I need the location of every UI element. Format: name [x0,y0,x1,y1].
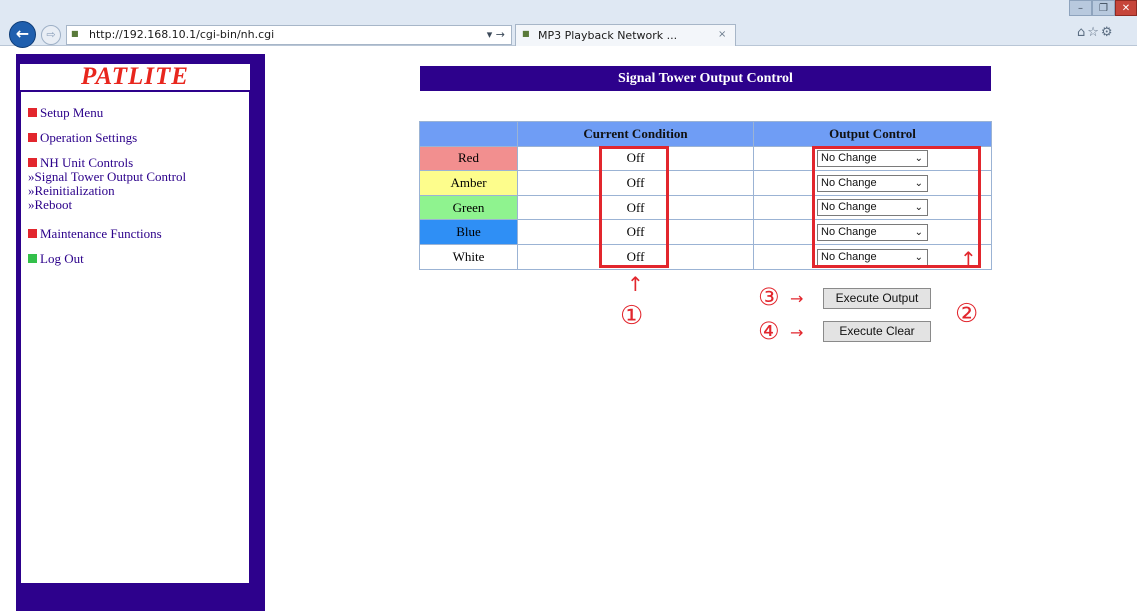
lamp-label-amber: Amber [419,170,518,196]
annotation-number-3: ③ [758,283,780,311]
sidebar: PATLITE Setup Menu Operation Settings NH… [16,54,265,611]
annotation-number-4: ④ [758,317,780,345]
page-title: Signal Tower Output Control [420,66,991,91]
browser-chrome: ← ⇨ ■ http://192.168.10.1/cgi-bin/nh.cgi… [0,0,1137,48]
sidebar-item-setup-menu[interactable]: Setup Menu [28,105,103,121]
red-square-icon [28,229,37,238]
annotation-arrow-right-4: → [790,323,804,342]
sidebar-subitem-reboot[interactable]: »Reboot [28,198,72,212]
minimize-icon[interactable]: – [1069,0,1092,16]
home-favorites-settings-icons[interactable]: ⌂☆⚙ [1077,25,1115,40]
green-square-icon [28,254,37,263]
red-square-icon [28,158,37,167]
tab-close-icon[interactable]: × [718,29,726,40]
close-window-icon[interactable]: ✕ [1115,0,1137,16]
address-bar[interactable]: ■ http://192.168.10.1/cgi-bin/nh.cgi ▾ → [66,25,512,45]
lamp-label-blue: Blue [419,219,518,245]
annotation-arrow-right-3: → [790,289,804,308]
tab-favicon-icon: ■ [522,29,530,38]
column-header-output-control: Output Control [753,121,992,147]
sidebar-subitem-reinitialization[interactable]: »Reinitialization [28,184,115,198]
back-icon[interactable]: ← [9,21,36,48]
red-square-icon [28,108,37,117]
sidebar-subitem-signal-tower-output-control[interactable]: »Signal Tower Output Control [28,170,186,184]
annotation-box-output-control [812,146,981,268]
sidebar-item-operation-settings[interactable]: Operation Settings [28,130,137,146]
maximize-icon[interactable]: ❐ [1092,0,1115,16]
sidebar-item-log-out[interactable]: Log Out [28,251,84,267]
tab-title: MP3 Playback Network ... [538,29,678,42]
browser-tab[interactable]: ■ MP3 Playback Network ... × [515,24,736,46]
column-header-current-condition: Current Condition [517,121,754,147]
lamp-label-red: Red [419,145,518,172]
annotation-box-current-condition [599,146,669,268]
annotation-number-1: ① [620,301,644,331]
sidebar-item-maintenance-functions[interactable]: Maintenance Functions [28,226,162,242]
page-favicon-icon: ■ [71,29,79,38]
red-square-icon [28,133,37,142]
lamp-label-white: White [419,243,518,270]
column-header-lamp [419,121,518,147]
address-url[interactable]: http://192.168.10.1/cgi-bin/nh.cgi [89,28,274,41]
patlite-logo: PATLITE [81,63,189,90]
lamp-label-green: Green [419,194,518,221]
execute-output-button[interactable]: Execute Output [823,288,931,309]
forward-icon[interactable]: ⇨ [41,25,61,45]
annotation-arrow-up-2: ↑ [960,247,977,271]
logo-box: PATLITE [20,64,250,90]
sidebar-menu: Setup Menu Operation Settings NH Unit Co… [20,91,250,584]
annotation-number-2: ② [955,299,979,329]
address-controls[interactable]: ▾ → [487,28,505,41]
execute-clear-button[interactable]: Execute Clear [823,321,931,342]
annotation-arrow-up-1: ↑ [627,272,644,296]
table-header-row: Current Condition Output Control [419,121,992,147]
